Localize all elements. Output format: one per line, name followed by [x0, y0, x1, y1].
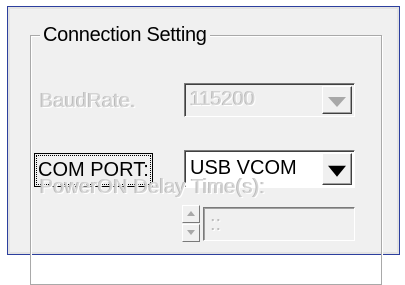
spin-down-icon[interactable]: [182, 224, 200, 242]
baud-rate-label: BaudRate.: [40, 90, 137, 112]
baud-rate-combobox[interactable]: 115200: [184, 83, 355, 117]
baud-rate-value: 115200: [190, 88, 256, 110]
com-port-dropdown-button[interactable]: [322, 153, 352, 185]
group-title: Connection Setting: [40, 23, 210, 47]
baud-rate-dropdown-button[interactable]: [322, 86, 352, 114]
power-on-delay-label: PowerON Delay Time(s):: [40, 176, 266, 198]
chevron-down-icon: [328, 165, 346, 177]
power-on-delay-input[interactable]: ::: [203, 207, 355, 241]
chevron-down-icon: [328, 97, 346, 107]
spin-up-icon[interactable]: [182, 205, 200, 223]
power-on-delay-spinner[interactable]: [182, 205, 200, 243]
power-on-delay-value: ::: [210, 213, 222, 235]
dialog-frame: Connection Setting BaudRate. 115200 COM …: [7, 6, 400, 285]
